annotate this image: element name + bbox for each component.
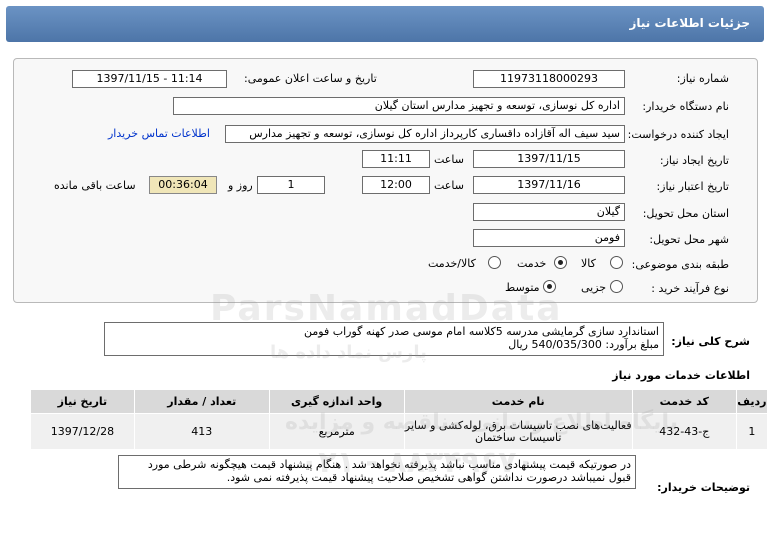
buyer-contact-link[interactable]: اطلاعات تماس خریدار: [108, 127, 210, 140]
announce-datetime-label: تاریخ و ساعت اعلان عمومی:: [244, 72, 377, 85]
page-header: جزئیات اطلاعات نیاز: [6, 6, 764, 42]
col-service-name: نام خدمت: [403, 389, 633, 414]
category-label: طبقه بندی موضوعی:: [631, 258, 729, 271]
need-number-label: شماره نیاز:: [676, 72, 729, 85]
col-row: ردیف: [735, 389, 769, 414]
valid-date-field: 1397/11/16: [473, 176, 625, 194]
category-goods-service-label: کالا/خدمت: [428, 257, 476, 270]
days-label: روز و: [228, 179, 253, 192]
services-title: اطلاعات خدمات مورد نیاز: [612, 369, 750, 382]
create-time-field: 11:11: [362, 150, 430, 168]
estimated-amount: مبلغ برآورد: 540/035/300 ریال: [508, 338, 659, 351]
process-label: نوع فرآیند خرید :: [651, 282, 729, 295]
cell-quantity: 413: [133, 413, 270, 450]
description-box: استاندارد سازی گرمایشی مدرسه 5کلاسه امام…: [104, 322, 664, 356]
cell-unit: مترمربع: [268, 413, 405, 450]
need-number-field: 11973118000293: [473, 70, 625, 88]
table-row: 1 ج-43-432 فعالیت‌های نصب تاسیسات برق، ل…: [30, 413, 769, 450]
services-table: ردیف کد خدمت نام خدمت واحد اندازه گیری ت…: [30, 389, 769, 450]
remaining-label: ساعت باقی مانده: [54, 179, 136, 192]
process-minor-label: جزیی: [581, 281, 607, 294]
city-label: شهر محل تحویل:: [649, 233, 729, 246]
col-unit: واحد اندازه گیری: [268, 389, 405, 414]
cell-row: 1: [735, 413, 769, 450]
category-radio-service[interactable]: [554, 256, 567, 269]
buyer-notes-box: در صورتیکه قیمت پیشنهادی مناسب نباشد پذی…: [118, 455, 636, 489]
buyer-org-label: نام دستگاه خریدار:: [642, 100, 729, 113]
days-remaining-field: 1: [257, 176, 325, 194]
col-service-code: کد خدمت: [631, 389, 737, 414]
cell-service-code: ج-43-432: [631, 413, 737, 450]
page-title: جزئیات اطلاعات نیاز: [629, 16, 750, 30]
col-need-date: تاریخ نیاز: [30, 389, 135, 414]
buyer-notes-label: توضیحات خریدار:: [657, 481, 750, 494]
valid-hour-label: ساعت: [434, 179, 464, 192]
process-radio-minor[interactable]: [610, 280, 623, 293]
province-field: گیلان: [473, 203, 625, 221]
category-service-label: خدمت: [517, 257, 547, 270]
create-date-label: تاریخ ایجاد نیاز:: [659, 154, 729, 167]
description-text: استاندارد سازی گرمایشی مدرسه 5کلاسه امام…: [304, 325, 659, 338]
valid-date-label: تاریخ اعتبار نیاز:: [656, 180, 729, 193]
category-radio-goods-service[interactable]: [488, 256, 501, 269]
category-goods-label: کالا: [581, 257, 596, 270]
category-radio-goods[interactable]: [610, 256, 623, 269]
create-date-field: 1397/11/15: [473, 150, 625, 168]
table-header-row: ردیف کد خدمت نام خدمت واحد اندازه گیری ت…: [30, 389, 769, 414]
process-radio-medium[interactable]: [543, 280, 556, 293]
valid-time-field: 12:00: [362, 176, 430, 194]
requester-field: سید سیف اله آقازاده داقساری کارپرداز ادا…: [225, 125, 625, 143]
description-label: شرح کلی نیاز:: [671, 335, 750, 348]
province-label: استان محل تحویل:: [642, 207, 729, 220]
process-medium-label: متوسط: [505, 281, 540, 294]
announce-datetime-field: 1397/11/15 - 11:14: [72, 70, 227, 88]
col-quantity: تعداد / مقدار: [133, 389, 270, 414]
city-field: فومن: [473, 229, 625, 247]
remaining-time-field: 00:36:04: [149, 176, 217, 194]
create-hour-label: ساعت: [434, 153, 464, 166]
requester-label: ایجاد کننده درخواست:: [627, 128, 729, 141]
buyer-org-field: اداره کل نوسازی، توسعه و تجهیز مدارس است…: [173, 97, 625, 115]
cell-service-name: فعالیت‌های نصب تاسیسات برق، لوله‌کشی و س…: [403, 413, 633, 450]
need-details-panel: شماره نیاز: 11973118000293 تاریخ و ساعت …: [13, 58, 758, 303]
cell-need-date: 1397/12/28: [30, 413, 135, 450]
